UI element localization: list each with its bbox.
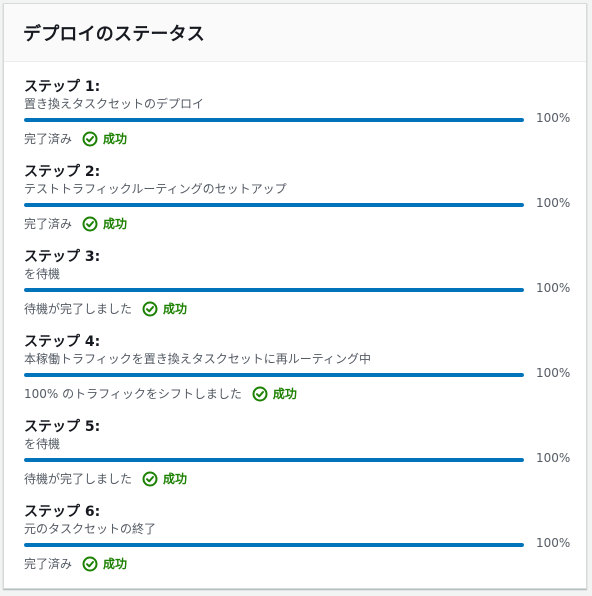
- step-5: ステップ 5: を待機 100% 待機が完了しました 成功: [24, 416, 584, 501]
- status-text: 待機が完了しました: [24, 302, 133, 316]
- panel-title: デプロイのステータス: [23, 23, 205, 45]
- progress-bar-fill: [24, 203, 524, 207]
- check-circle-icon: [142, 301, 158, 317]
- success-label: 成功: [103, 217, 128, 231]
- step-status: 完了済み 成功: [24, 215, 127, 232]
- step-title: ステップ 4:: [24, 334, 101, 350]
- step-description: 本稼働トラフィックを置き換えタスクセットに再ルーティング中: [24, 352, 372, 366]
- step-2: ステップ 2: テストトラフィックルーティングのセットアップ 100% 完了済み…: [24, 161, 584, 246]
- deployment-status-panel: デプロイのステータス ステップ 1: 置き換えタスクセットのデプロイ 100% …: [3, 3, 587, 589]
- step-status: 完了済み 成功: [24, 130, 127, 147]
- progress-percent: 100%: [536, 281, 571, 295]
- step-description: 元のタスクセットの終了: [24, 522, 157, 536]
- progress-bar-fill: [24, 373, 524, 377]
- step-title: ステップ 5:: [24, 419, 101, 435]
- progress-bar: [24, 458, 524, 462]
- success-label: 成功: [103, 557, 128, 571]
- step-status: 待機が完了しました 成功: [24, 300, 187, 317]
- step-status: 完了済み 成功: [24, 555, 127, 572]
- check-circle-icon: [82, 216, 98, 232]
- step-title: ステップ 6:: [24, 504, 101, 520]
- step-3: ステップ 3: を待機 100% 待機が完了しました 成功: [24, 246, 584, 331]
- progress-bar-fill: [24, 458, 524, 462]
- progress-percent: 100%: [536, 536, 571, 550]
- check-circle-icon: [82, 556, 98, 572]
- check-circle-icon: [142, 471, 158, 487]
- step-1: ステップ 1: 置き換えタスクセットのデプロイ 100% 完了済み 成功: [24, 76, 584, 161]
- progress-bar-fill: [24, 543, 524, 547]
- step-description: を待機: [24, 267, 61, 281]
- status-text: 完了済み: [24, 557, 73, 571]
- status-text: 100% のトラフィックをシフトしました: [24, 387, 242, 401]
- status-text: 完了済み: [24, 132, 73, 146]
- progress-percent: 100%: [536, 451, 571, 465]
- step-title: ステップ 3:: [24, 249, 101, 265]
- progress-percent: 100%: [536, 196, 571, 210]
- success-label: 成功: [163, 472, 188, 486]
- progress-bar-fill: [24, 288, 524, 292]
- progress-bar: [24, 203, 524, 207]
- progress-bar: [24, 288, 524, 292]
- progress-percent: 100%: [536, 366, 571, 380]
- progress-bar: [24, 373, 524, 377]
- step-status: 100% のトラフィックをシフトしました 成功: [24, 385, 297, 402]
- status-text: 待機が完了しました: [24, 472, 133, 486]
- step-description: を待機: [24, 437, 61, 451]
- step-status: 待機が完了しました 成功: [24, 470, 187, 487]
- progress-bar: [24, 543, 524, 547]
- progress-bar-fill: [24, 118, 524, 122]
- success-label: 成功: [103, 132, 128, 146]
- progress-bar: [24, 118, 524, 122]
- step-title: ステップ 2:: [24, 164, 101, 180]
- step-4: ステップ 4: 本稼働トラフィックを置き換えタスクセットに再ルーティング中 10…: [24, 331, 584, 416]
- step-description: 置き換えタスクセットのデプロイ: [24, 97, 205, 111]
- success-label: 成功: [272, 387, 297, 401]
- check-circle-icon: [252, 386, 268, 402]
- panel-header: デプロイのステータス: [4, 4, 586, 62]
- step-6: ステップ 6: 元のタスクセットの終了 100% 完了済み 成功: [24, 501, 584, 586]
- status-text: 完了済み: [24, 217, 73, 231]
- step-description: テストトラフィックルーティングのセットアップ: [24, 182, 287, 196]
- progress-percent: 100%: [536, 111, 571, 125]
- step-title: ステップ 1:: [24, 79, 101, 95]
- success-label: 成功: [163, 302, 188, 316]
- check-circle-icon: [82, 131, 98, 147]
